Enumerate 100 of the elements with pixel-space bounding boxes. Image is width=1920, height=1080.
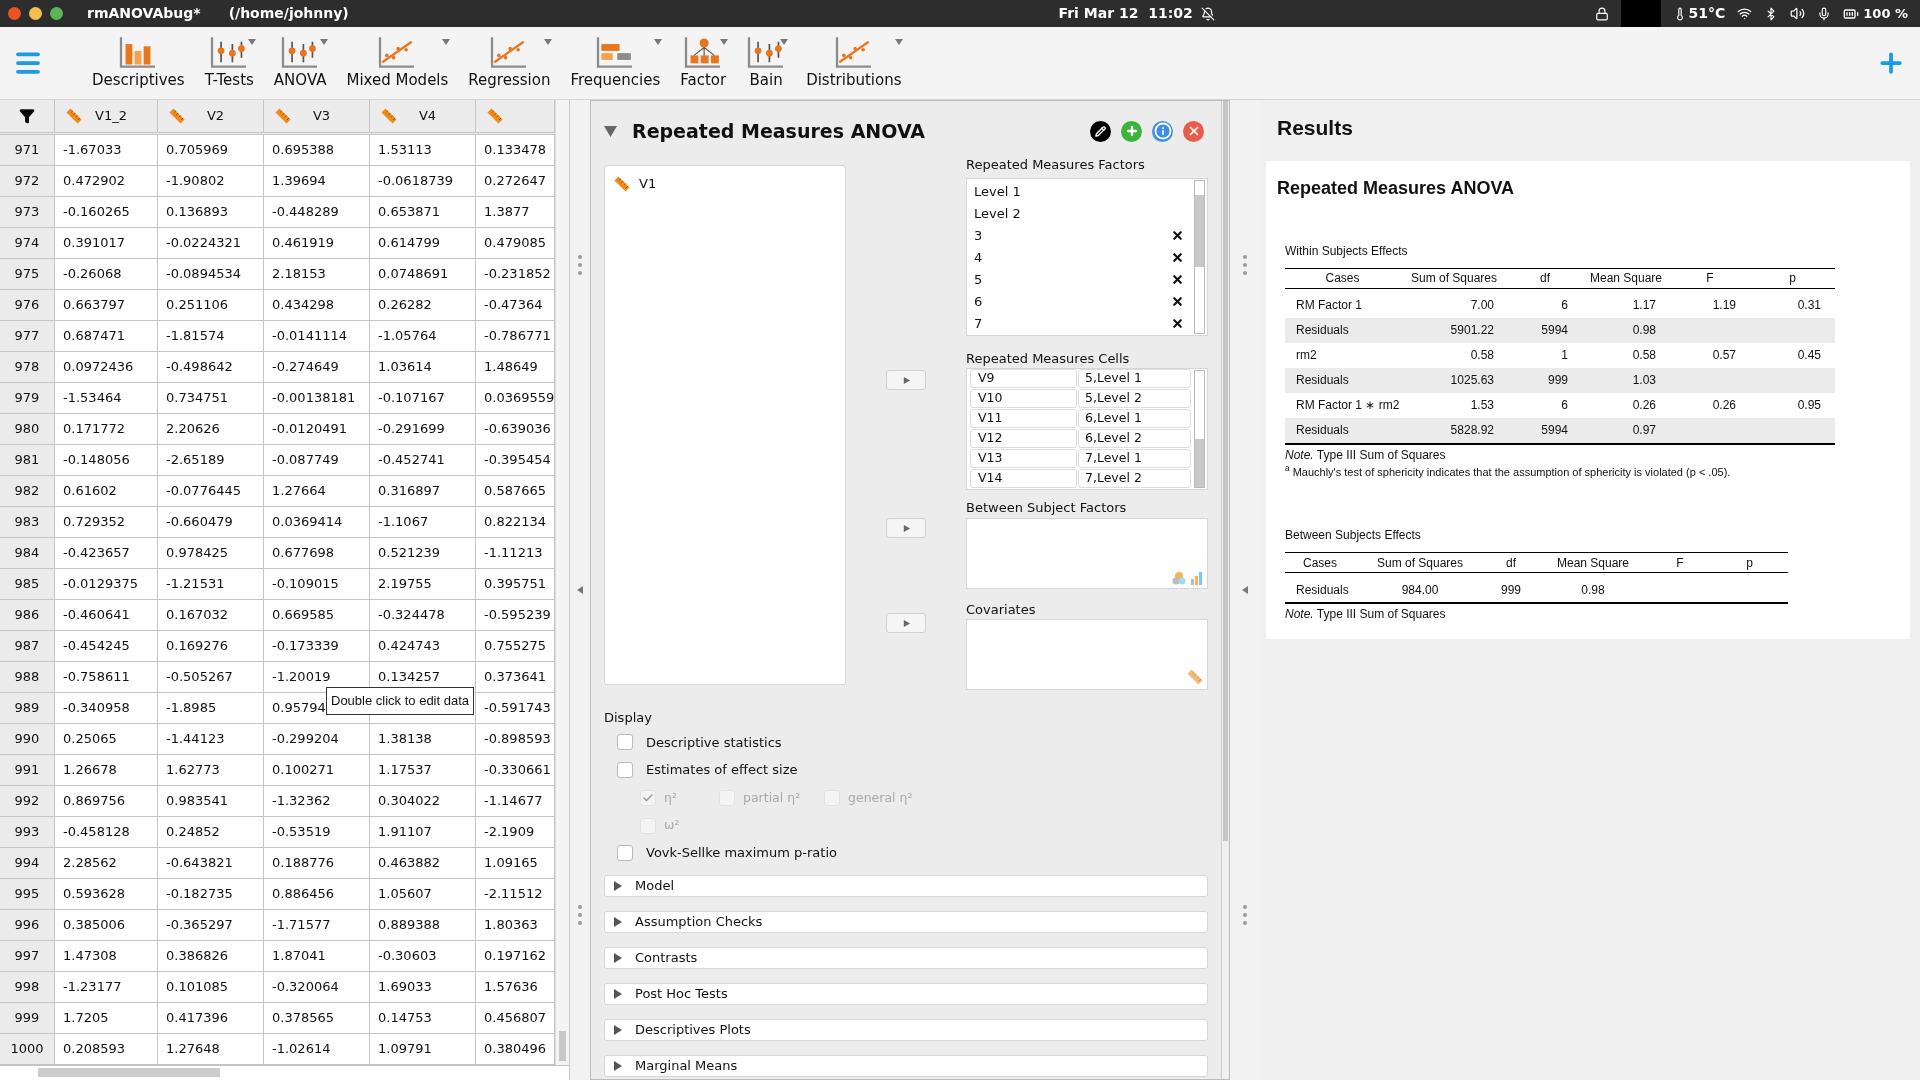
- table-cell-text: -1.53464: [63, 389, 122, 408]
- toolbar-item[interactable]: Distributions: [804, 34, 904, 92]
- edit-button[interactable]: [1090, 120, 1111, 142]
- toolbar-item[interactable]: Descriptives: [90, 34, 187, 92]
- table-cell-text: -1.14677: [484, 792, 543, 811]
- scrollbar-thumb[interactable]: [38, 1067, 220, 1077]
- table-cell-text: 1.62773: [166, 761, 220, 780]
- collapsible-section[interactable]: Descriptives Plots: [604, 1018, 1208, 1041]
- checkbox-label: general η²: [848, 788, 913, 807]
- wifi-icon[interactable]: [1737, 6, 1753, 21]
- table-cell-text: 0.889388: [378, 916, 441, 935]
- drag-handle-icon[interactable]: [1242, 254, 1248, 277]
- toolbar-item[interactable]: Mixed Models: [344, 34, 451, 92]
- field-label: Between Subject Factors: [966, 499, 1128, 517]
- table-cell-text: 0.424743: [378, 637, 441, 656]
- close-button[interactable]: [1183, 120, 1204, 142]
- column-header: Mean Square: [1588, 270, 1663, 287]
- close-window-button[interactable]: [8, 7, 21, 20]
- cell-variable[interactable]: V14: [970, 469, 1077, 488]
- column-header[interactable]: V1_2: [55, 100, 158, 132]
- move-button[interactable]: [886, 518, 926, 538]
- remove-icon[interactable]: [1171, 295, 1184, 308]
- checkbox[interactable]: [617, 734, 633, 751]
- collapsible-section[interactable]: Model: [604, 874, 1208, 897]
- remove-icon[interactable]: [1171, 251, 1184, 264]
- cell-variable[interactable]: V12: [970, 429, 1077, 448]
- toolbar-item[interactable]: Regression: [466, 34, 553, 92]
- collapse-arrow-icon[interactable]: [1241, 585, 1249, 595]
- toolbar-item[interactable]: Factor: [678, 34, 729, 92]
- table-cell-text: 1.17537: [378, 761, 432, 780]
- toolbar-item[interactable]: ANOVA: [271, 34, 329, 92]
- drag-handle-icon[interactable]: [577, 254, 583, 277]
- table-cell-text: -0.0618739: [378, 172, 453, 191]
- lock-icon[interactable]: [1594, 6, 1609, 21]
- factor-level[interactable]: Level 1: [974, 181, 1021, 202]
- factor-level[interactable]: 3: [974, 225, 983, 246]
- toolbar-item[interactable]: T-Tests: [202, 34, 256, 92]
- factor-level[interactable]: Level 2: [974, 203, 1021, 224]
- notifications-off-icon[interactable]: [1200, 6, 1215, 21]
- column-header[interactable]: V3: [264, 100, 370, 132]
- collapsible-section[interactable]: Contrasts: [604, 946, 1208, 969]
- info-button[interactable]: [1152, 120, 1173, 142]
- drag-handle-icon[interactable]: [577, 903, 583, 926]
- toolbar-item[interactable]: Frequencies: [568, 34, 663, 92]
- collapsible-section[interactable]: Assumption Checks: [604, 910, 1208, 933]
- expand-arrow-icon[interactable]: [604, 125, 617, 137]
- collapsible-section[interactable]: Marginal Means: [604, 1054, 1208, 1077]
- covariates-field[interactable]: [966, 619, 1208, 690]
- table-cell-text: -0.340958: [63, 699, 130, 718]
- temperature-reading[interactable]: 51°C: [1688, 3, 1726, 24]
- between-factors-field[interactable]: [966, 517, 1208, 589]
- factor-level[interactable]: 5: [974, 269, 983, 290]
- maximize-window-button[interactable]: [50, 7, 63, 20]
- table-cell-text: -0.758611: [63, 668, 130, 687]
- checkbox-label: ω²: [664, 816, 680, 835]
- table-cell-text: -0.660479: [166, 513, 233, 532]
- collapse-arrow-icon[interactable]: [576, 585, 584, 595]
- cell-variable[interactable]: V10: [970, 389, 1077, 408]
- table-cell-text: 0.171772: [63, 420, 126, 439]
- table-cell-text: -0.0141114: [272, 327, 347, 346]
- checkbox[interactable]: [617, 761, 633, 778]
- volume-icon[interactable]: [1790, 6, 1806, 21]
- battery-reading[interactable]: 100 %: [1863, 3, 1908, 24]
- remove-icon[interactable]: [1171, 317, 1184, 330]
- collapsible-section[interactable]: Post Hoc Tests: [604, 982, 1208, 1005]
- remove-icon[interactable]: [1171, 273, 1184, 286]
- table-cell-text: 0.669585: [272, 606, 335, 625]
- table-cell-text: 0.734751: [166, 389, 229, 408]
- cell-variable[interactable]: V9: [970, 369, 1077, 388]
- table-cell-text: 0.0972436: [63, 358, 134, 377]
- add-button[interactable]: [1121, 120, 1142, 142]
- checkbox[interactable]: [617, 844, 633, 861]
- column-header: Sum of Squares: [1409, 270, 1498, 287]
- toolbar-item[interactable]: Bain: [744, 34, 789, 92]
- move-button[interactable]: [886, 370, 926, 390]
- factor-level[interactable]: 7: [974, 313, 983, 334]
- scrollbar-thumb[interactable]: [1223, 101, 1228, 841]
- column-header: df: [1505, 554, 1517, 572]
- row-number: 983: [0, 507, 55, 537]
- scrollbar-thumb[interactable]: [559, 1031, 566, 1061]
- clock[interactable]: Fri Mar 12 11:02: [1058, 3, 1193, 24]
- column-header[interactable]: V2: [158, 100, 264, 132]
- row-number: 981: [0, 445, 55, 475]
- scrollbar-thumb[interactable]: [1195, 194, 1204, 267]
- column-header: Cases: [1302, 554, 1338, 572]
- table-cell: 1025.63: [1450, 373, 1494, 387]
- drag-handle-icon[interactable]: [1242, 903, 1248, 926]
- remove-icon[interactable]: [1171, 229, 1184, 242]
- factor-level[interactable]: 6: [974, 291, 983, 312]
- column-header[interactable]: V4: [370, 100, 476, 132]
- minimize-window-button[interactable]: [29, 7, 42, 20]
- scrollbar-thumb[interactable]: [1195, 439, 1204, 487]
- microphone-icon[interactable]: [1817, 6, 1832, 21]
- section-label: Display: [604, 709, 653, 727]
- cell-variable[interactable]: V13: [970, 449, 1077, 468]
- variable-item[interactable]: V1: [613, 174, 837, 194]
- cell-variable[interactable]: V11: [970, 409, 1077, 428]
- table-cell-text: 0.822134: [484, 513, 547, 532]
- move-button[interactable]: [886, 613, 926, 633]
- factor-level[interactable]: 4: [974, 247, 983, 268]
